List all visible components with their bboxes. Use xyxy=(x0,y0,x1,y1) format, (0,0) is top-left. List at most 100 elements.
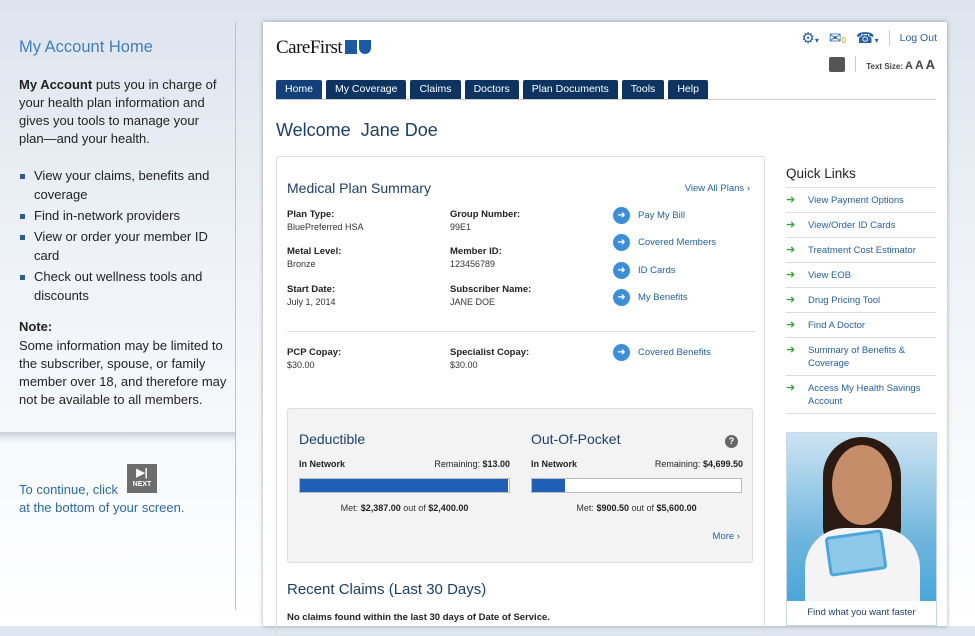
id-cards-link[interactable]: ➜ ID Cards xyxy=(613,262,675,279)
print-icon[interactable] xyxy=(829,56,846,72)
quick-links-title: Quick Links xyxy=(786,166,936,188)
sidebar-shade xyxy=(0,432,235,442)
promo-photo-face xyxy=(832,445,892,525)
oop-met: Met: $900.50 out of $5,600.00 xyxy=(576,503,697,513)
arrow-circle-icon: ➜ xyxy=(613,289,630,306)
green-arrow-icon: ➜ xyxy=(786,244,796,256)
covered-benefits-link[interactable]: ➜ Covered Benefits xyxy=(613,344,711,361)
text-size-label: Text Size: xyxy=(866,61,903,71)
sidebar-divider xyxy=(235,22,236,610)
tab-claims[interactable]: Claims xyxy=(410,80,461,99)
text-size-small[interactable]: A xyxy=(905,60,913,72)
quick-link-drug-pricing-tool[interactable]: ➜ Drug Pricing Tool xyxy=(786,288,936,313)
field-group-number: Group Number: 99E1 xyxy=(450,209,521,232)
continue-text-2: at the bottom of your screen. xyxy=(19,500,185,515)
note-text: Some information may be limited to the s… xyxy=(19,338,227,407)
promo-banner[interactable]: Find what you want faster xyxy=(786,432,937,626)
phone-icon[interactable]: ☎▾ xyxy=(856,29,879,47)
intro-bold: My Account xyxy=(19,77,93,92)
text-size-large[interactable]: A xyxy=(926,57,935,72)
blue-shield-icon xyxy=(359,40,372,54)
plan-summary-panel: Medical Plan Summary View All Plans › Pl… xyxy=(276,156,765,636)
tab-home[interactable]: Home xyxy=(276,80,323,99)
field-pcp-copay: PCP Copay: $30.00 xyxy=(287,347,342,370)
quick-link-view-payment-options[interactable]: ➜ View Payment Options xyxy=(786,188,936,213)
my-benefits-link[interactable]: ➜ My Benefits xyxy=(613,289,688,306)
welcome-heading: Welcome Jane Doe xyxy=(276,120,438,140)
green-arrow-icon: ➜ xyxy=(786,219,796,231)
sidebar-intro: My Account puts you in charge of your he… xyxy=(19,76,224,148)
deductible-progress-bar xyxy=(299,478,510,493)
quick-links: Quick Links ➜ View Payment Options ➜ View/… xyxy=(786,166,936,414)
deductible-network: In Network xyxy=(299,459,346,469)
bullet-item: View your claims, benefits and coverage xyxy=(19,166,229,204)
oop-title: Out-Of-Pocket xyxy=(531,431,621,447)
deductible-oop-box: Deductible In Network Remaining: $13.00 … xyxy=(287,408,753,563)
sidebar-title: My Account Home xyxy=(19,38,153,56)
no-claims-message: No claims found within the last 30 days … xyxy=(287,612,550,623)
continue-text: To continue, click xyxy=(19,482,118,497)
field-metal-level: Metal Level: Bronze xyxy=(287,246,342,269)
quick-link-view-eob[interactable]: ➜ View EOB xyxy=(786,263,936,288)
quick-link-summary-of-benefits[interactable]: ➜ Summary of Benefits & Coverage xyxy=(786,338,936,376)
text-size-control: Text Size: A A A xyxy=(866,57,935,72)
bullet-item: Find in-network providers xyxy=(19,206,229,225)
deductible-remaining: Remaining: $13.00 xyxy=(434,459,510,469)
logout-link[interactable]: Log Out xyxy=(900,32,937,44)
help-icon[interactable]: ? xyxy=(725,435,738,448)
bullet-item: Check out wellness tools and discounts xyxy=(19,267,229,305)
next-button-icon: ▶| NEXT xyxy=(127,464,157,493)
sidebar-bullets: View your claims, benefits and coverage … xyxy=(19,166,229,307)
toolbar-separator xyxy=(855,56,857,72)
mail-icon[interactable]: ✉0 xyxy=(829,29,846,47)
arrow-circle-icon: ➜ xyxy=(613,262,630,279)
green-arrow-icon: ➜ xyxy=(786,294,796,306)
quick-link-find-a-doctor[interactable]: ➜ Find A Doctor xyxy=(786,313,936,338)
carefirst-logo: CareFirst xyxy=(276,37,372,59)
oop-remaining: Remaining: $4,699.50 xyxy=(654,459,743,469)
oop-progress-fill xyxy=(532,479,566,492)
deductible-title: Deductible xyxy=(299,431,366,447)
next-label: NEXT xyxy=(132,481,152,488)
green-arrow-icon: ➜ xyxy=(786,269,796,281)
arrow-circle-icon: ➜ xyxy=(613,344,630,361)
tab-my-coverage[interactable]: My Coverage xyxy=(326,80,407,99)
green-arrow-icon: ➜ xyxy=(786,382,796,394)
covered-members-link[interactable]: ➜ Covered Members xyxy=(613,234,716,251)
field-member-id: Member ID: 123456789 xyxy=(450,246,502,269)
oop-network: In Network xyxy=(531,459,578,469)
deductible-progress-fill xyxy=(300,479,508,492)
tab-doctors[interactable]: Doctors xyxy=(464,80,519,99)
continue-instructions: To continue, click at the bottom of your… xyxy=(19,481,219,517)
tab-tools[interactable]: Tools xyxy=(621,80,665,99)
green-arrow-icon: ➜ xyxy=(786,344,796,356)
tab-help[interactable]: Help xyxy=(668,80,708,99)
promo-caption: Find what you want faster xyxy=(787,601,936,625)
next-arrow-icon: ▶| xyxy=(136,467,148,479)
recent-claims-title: Recent Claims (Last 30 Days) xyxy=(287,581,487,598)
field-subscriber-name: Subscriber Name: JANE DOE xyxy=(450,284,532,307)
pay-my-bill-link[interactable]: ➜ Pay My Bill xyxy=(613,207,685,224)
quick-link-health-savings-account[interactable]: ➜ Access My Health Savings Account xyxy=(786,376,936,414)
green-arrow-icon: ➜ xyxy=(786,319,796,331)
quick-link-order-id-cards[interactable]: ➜ View/Order ID Cards xyxy=(786,213,936,238)
tab-plan-documents[interactable]: Plan Documents xyxy=(522,80,618,99)
portal-window: CareFirst ⚙▾ ✉0 ☎▾ Log Out Text Size: A A A… xyxy=(263,22,947,636)
header-row2: Text Size: A A A xyxy=(829,56,935,72)
header-toolbar: ⚙▾ ✉0 ☎▾ Log Out xyxy=(801,29,937,47)
settings-gear-icon[interactable]: ⚙▾ xyxy=(801,29,818,47)
deductible-met: Met: $2,387.00 out of $2,400.00 xyxy=(340,503,469,513)
text-size-medium[interactable]: A xyxy=(915,58,924,72)
more-link[interactable]: More › xyxy=(713,531,740,542)
arrow-circle-icon: ➜ xyxy=(613,234,630,251)
green-arrow-icon: ➜ xyxy=(786,194,796,206)
mail-badge: 0 xyxy=(841,36,846,45)
view-all-plans-link[interactable]: View All Plans › xyxy=(685,183,750,194)
section-divider xyxy=(287,331,755,332)
field-plan-type: Plan Type: BluePreferred HSA xyxy=(287,209,364,232)
arrow-circle-icon: ➜ xyxy=(613,207,630,224)
tutorial-sidebar: My Account Home My Account puts you in c… xyxy=(0,0,236,626)
field-specialist-copay: Specialist Copay: $30.00 xyxy=(450,347,530,370)
quick-link-treatment-cost-estimator[interactable]: ➜ Treatment Cost Estimator xyxy=(786,238,936,263)
bullet-item: View or order your member ID card xyxy=(19,227,229,265)
